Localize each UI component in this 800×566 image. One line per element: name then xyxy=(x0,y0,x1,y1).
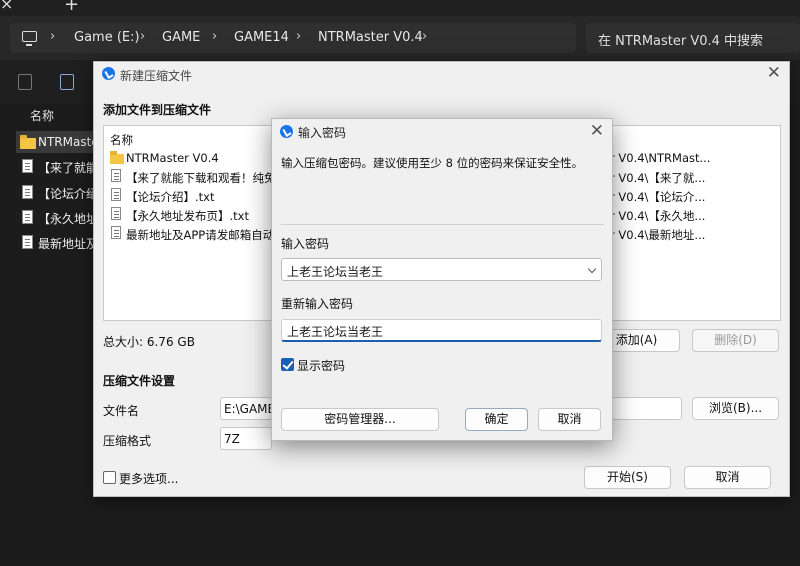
filename-input-tail[interactable] xyxy=(612,397,682,420)
copy-icon[interactable] xyxy=(18,74,32,90)
delete-button[interactable]: 删除(D) xyxy=(692,329,779,352)
item-label: 最新地址及APP请发邮箱自动获 xyxy=(38,237,96,251)
search-box[interactable]: 在 NTRMaster V0.4 中搜索 xyxy=(586,23,800,53)
close-tab-icon[interactable]: × xyxy=(0,0,14,13)
password-cancel-button[interactable]: 取消 xyxy=(538,408,601,431)
file-name: NTRMaster V0.4 xyxy=(126,151,219,165)
text-file-icon xyxy=(111,169,121,182)
reenter-password-input[interactable]: 上老王论坛当老王 xyxy=(281,319,602,342)
total-size: 总大小: 6.76 GB xyxy=(103,335,195,349)
chevron-right-icon[interactable]: › xyxy=(296,29,301,44)
item-label: 【论坛介绍】.txt xyxy=(38,187,96,201)
dialog-title: 新建压缩文件 xyxy=(120,69,193,83)
chevron-right-icon[interactable]: › xyxy=(422,29,427,44)
start-button[interactable]: 开始(S) xyxy=(584,466,671,489)
breadcrumb-game[interactable]: GAME xyxy=(162,30,200,45)
file-name: 【论坛介绍】.txt xyxy=(126,190,215,204)
text-file-icon xyxy=(111,226,121,239)
reenter-password-label: 重新输入密码 xyxy=(281,297,354,311)
chevron-right-icon[interactable]: › xyxy=(50,29,55,44)
this-pc-icon[interactable] xyxy=(22,31,37,46)
more-options-checkbox[interactable] xyxy=(103,471,116,484)
breadcrumb-drive[interactable]: Game (E:) xyxy=(74,30,140,45)
more-options-label[interactable]: 更多选项... xyxy=(119,470,178,487)
address-bar[interactable]: › Game (E:) › GAME › GAME14 › NTRMaster … xyxy=(10,23,576,53)
file-name: 最新地址及APP请发邮箱自动获 xyxy=(126,228,286,242)
chevron-right-icon[interactable]: › xyxy=(140,29,145,44)
item-label: 【永久地址发布页】.txt xyxy=(38,212,96,226)
text-file-icon xyxy=(22,159,33,173)
format-label: 压缩格式 xyxy=(103,434,152,448)
text-file-icon xyxy=(22,185,33,199)
close-icon[interactable]: ✕ xyxy=(767,65,781,82)
file-path: r V0.4\【永久地... xyxy=(610,209,706,223)
item-label: NTRMaster V0.4 xyxy=(38,135,96,149)
ok-button[interactable]: 确定 xyxy=(465,408,528,431)
tab-strip: × + xyxy=(0,0,800,16)
folder-icon xyxy=(110,151,124,164)
file-path: r V0.4\【来了就... xyxy=(610,171,706,185)
text-file-icon xyxy=(22,235,33,249)
chevron-right-icon[interactable]: › xyxy=(212,29,217,44)
archive-cancel-button[interactable]: 取消 xyxy=(684,466,771,489)
password-dialog: 输入密码 ✕ 输入压缩包密码。建议使用至少 8 位的密码来保证安全性。 输入密码… xyxy=(271,118,613,441)
file-path: r V0.4\最新地址... xyxy=(610,228,706,242)
file-path: r V0.4\NTRMast... xyxy=(610,151,711,165)
app-logo-icon xyxy=(102,67,115,80)
rename-icon[interactable] xyxy=(60,74,74,90)
breadcrumb-ntrmaster[interactable]: NTRMaster V0.4 xyxy=(318,30,423,45)
password-combo[interactable]: 上老王论坛当老王 xyxy=(281,258,602,281)
explorer-item[interactable]: 【永久地址发布页】.txt xyxy=(16,206,96,228)
address-row: › Game (E:) › GAME › GAME14 › NTRMaster … xyxy=(0,16,800,60)
format-select[interactable]: 7Z xyxy=(220,427,272,450)
explorer-item[interactable]: NTRMaster V0.4 xyxy=(16,131,96,153)
show-password-label[interactable]: 显示密码 xyxy=(297,357,345,374)
text-file-icon xyxy=(111,207,121,220)
breadcrumb-game14[interactable]: GAME14 xyxy=(234,30,289,45)
column-header-name[interactable]: 名称 xyxy=(30,107,54,124)
file-path: r V0.4\【论坛介... xyxy=(610,190,706,204)
show-password-checkbox[interactable] xyxy=(281,358,294,371)
list-header-name[interactable]: 名称 xyxy=(110,132,133,148)
search-placeholder: 在 NTRMaster V0.4 中搜索 xyxy=(598,34,764,49)
filename-input[interactable]: E:\GAME\ xyxy=(220,397,272,420)
new-tab-icon[interactable]: + xyxy=(64,0,79,15)
password-manager-button[interactable]: 密码管理器... xyxy=(281,408,439,431)
section-archive-settings: 压缩文件设置 xyxy=(103,374,176,388)
explorer-item[interactable]: 【论坛介绍】.txt xyxy=(16,181,96,203)
filename-label: 文件名 xyxy=(103,404,140,418)
password-value: 上老王论坛当老王 xyxy=(287,265,384,279)
explorer-item[interactable]: 【来了就能下载和观看！纯免费 xyxy=(16,155,96,177)
browse-button[interactable]: 浏览(B)... xyxy=(692,397,779,420)
password-dialog-title: 输入密码 xyxy=(298,126,347,140)
chevron-down-icon[interactable] xyxy=(587,264,597,274)
password-description: 输入压缩包密码。建议使用至少 8 位的密码来保证安全性。 xyxy=(281,156,584,170)
text-file-icon xyxy=(111,188,121,201)
explorer-item[interactable]: 最新地址及APP请发邮箱自动获 xyxy=(16,231,96,253)
folder-icon xyxy=(20,135,36,149)
section-add-files: 添加文件到压缩文件 xyxy=(103,103,212,117)
item-label: 【来了就能下载和观看！纯免费 xyxy=(38,161,96,175)
close-icon[interactable]: ✕ xyxy=(590,123,604,140)
file-name: 【永久地址发布页】.txt xyxy=(126,209,249,223)
text-file-icon xyxy=(22,210,33,224)
divider xyxy=(281,224,604,225)
enter-password-label: 输入密码 xyxy=(281,237,330,251)
app-logo-icon xyxy=(280,125,293,138)
file-name: 【来了就能下载和观看！纯免费 xyxy=(126,171,287,185)
